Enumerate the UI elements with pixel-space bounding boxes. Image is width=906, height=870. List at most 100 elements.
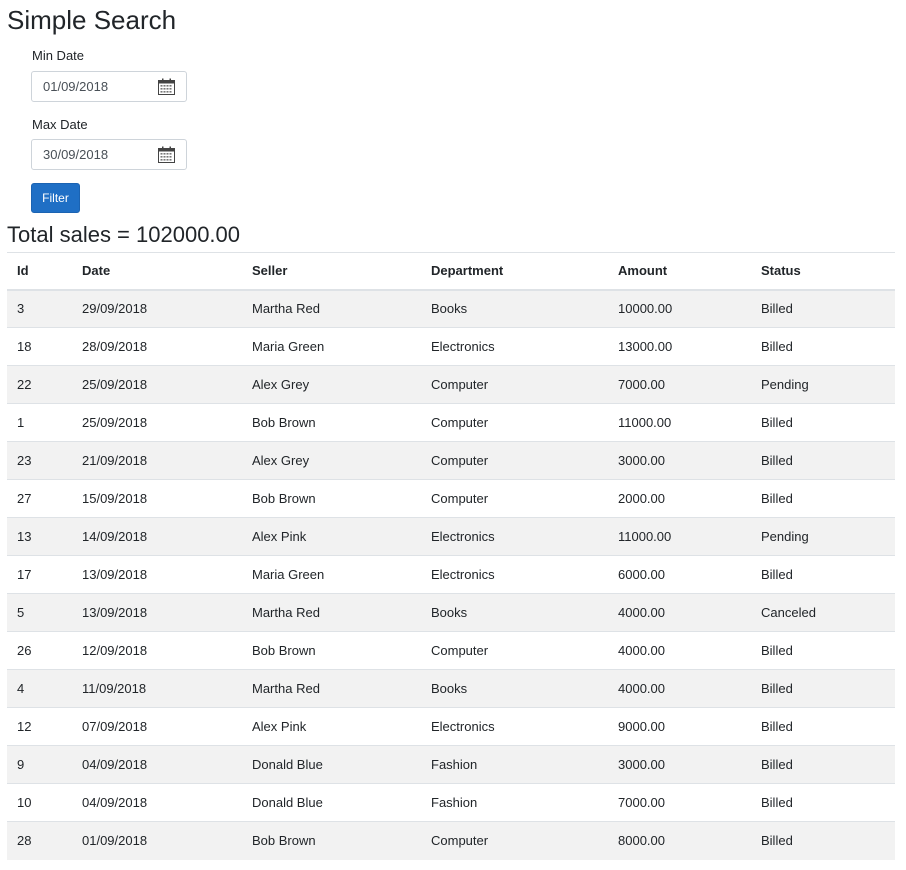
sales-table: Id Date Seller Department Amount Status … [7,252,895,860]
cell-seller: Donald Blue [242,783,421,822]
cell-department: Fashion [421,783,608,822]
cell-amount: 3000.00 [608,745,751,784]
table-row: 3 29/09/2018 Martha Red Books 10000.00 Billed [7,289,895,328]
cell-status: Billed [751,555,895,594]
cell-department: Computer [421,479,608,518]
cell-date: 25/09/2018 [72,403,242,442]
cell-seller: Maria Green [242,327,421,366]
cell-date: 07/09/2018 [72,707,242,746]
cell-seller: Maria Green [242,555,421,594]
cell-status: Billed [751,479,895,518]
cell-date: 14/09/2018 [72,517,242,556]
min-date-label: Min Date [32,48,85,63]
table-row: 26 12/09/2018 Bob Brown Computer 4000.00 Bill… [7,631,895,670]
max-date-label: Max Date [32,117,88,132]
cell-status: Pending [751,517,895,556]
cell-status: Billed [751,783,895,822]
cell-date: 13/09/2018 [72,555,242,594]
cell-status: Billed [751,631,895,670]
cell-status: Billed [751,441,895,480]
header-department: Department [421,252,608,291]
cell-department: Books [421,593,608,632]
min-date-input[interactable]: 01/09/2018 [31,71,187,102]
cell-id: 12 [7,707,72,746]
cell-id: 3 [7,289,72,328]
table-row: 18 28/09/2018 Maria Green Electronics 13000.… [7,327,895,366]
cell-amount: 2000.00 [608,479,751,518]
cell-id: 9 [7,745,72,784]
header-seller: Seller [242,252,421,291]
min-date-value: 01/09/2018 [43,79,109,94]
cell-date: 04/09/2018 [72,783,242,822]
cell-seller: Bob Brown [242,631,421,670]
max-date-input[interactable]: 30/09/2018 [31,139,187,170]
table-row: 9 04/09/2018 Donald Blue Fashion 3000.00 Bill… [7,745,895,784]
cell-status: Billed [751,745,895,784]
cell-amount: 4000.00 [608,593,751,632]
filter-button[interactable]: Filter [31,183,80,213]
cell-id: 10 [7,783,72,822]
header-id: Id [7,252,72,291]
cell-id: 27 [7,479,72,518]
cell-status: Billed [751,403,895,442]
cell-status: Pending [751,365,895,404]
table-row: 10 04/09/2018 Donald Blue Fashion 7000.00 Bil… [7,783,895,822]
cell-id: 26 [7,631,72,670]
cell-seller: Alex Pink [242,707,421,746]
cell-date: 21/09/2018 [72,441,242,480]
cell-seller: Alex Grey [242,365,421,404]
cell-id: 28 [7,821,72,860]
cell-department: Electronics [421,517,608,556]
cell-amount: 6000.00 [608,555,751,594]
cell-date: 11/09/2018 [72,669,242,708]
table-row: 22 25/09/2018 Alex Grey Computer 7000.00 Pend… [7,365,895,404]
cell-amount: 7000.00 [608,783,751,822]
header-amount: Amount [608,252,751,291]
cell-amount: 3000.00 [608,441,751,480]
table-row: 1 25/09/2018 Bob Brown Computer 11000.00 Bill… [7,403,895,442]
cell-id: 1 [7,403,72,442]
cell-amount: 11000.00 [608,517,751,556]
cell-status: Billed [751,669,895,708]
cell-id: 17 [7,555,72,594]
table-row: 13 14/09/2018 Alex Pink Electronics 11000.00… [7,517,895,556]
cell-seller: Martha Red [242,669,421,708]
cell-department: Computer [421,403,608,442]
cell-department: Electronics [421,555,608,594]
cell-seller: Alex Pink [242,517,421,556]
cell-amount: 13000.00 [608,327,751,366]
cell-id: 22 [7,365,72,404]
cell-date: 15/09/2018 [72,479,242,518]
cell-date: 04/09/2018 [72,745,242,784]
cell-date: 28/09/2018 [72,327,242,366]
cell-seller: Alex Grey [242,441,421,480]
cell-seller: Martha Red [242,289,421,328]
cell-status: Billed [751,821,895,860]
table-row: 28 01/09/2018 Bob Brown Computer 8000.00 Bill… [7,821,895,860]
cell-department: Computer [421,365,608,404]
total-sales: Total sales = 102000.00 [7,222,241,247]
cell-seller: Martha Red [242,593,421,632]
calendar-icon[interactable] [158,78,175,95]
cell-amount: 11000.00 [608,403,751,442]
cell-status: Billed [751,327,895,366]
cell-id: 13 [7,517,72,556]
cell-department: Electronics [421,707,608,746]
cell-seller: Donald Blue [242,745,421,784]
table-row: 17 13/09/2018 Maria Green Electronics 6000.0… [7,555,895,594]
cell-department: Books [421,669,608,708]
cell-amount: 4000.00 [608,669,751,708]
table-header-row: Id Date Seller Department Amount Status [7,252,895,291]
cell-department: Fashion [421,745,608,784]
cell-amount: 9000.00 [608,707,751,746]
calendar-icon[interactable] [158,146,175,163]
cell-status: Canceled [751,593,895,632]
cell-department: Computer [421,441,608,480]
cell-amount: 8000.00 [608,821,751,860]
table-row: 4 11/09/2018 Martha Red Books 4000.00 Billed [7,669,895,708]
cell-amount: 10000.00 [608,289,751,328]
cell-id: 23 [7,441,72,480]
page-title: Simple Search [7,5,177,35]
cell-id: 4 [7,669,72,708]
cell-id: 5 [7,593,72,632]
